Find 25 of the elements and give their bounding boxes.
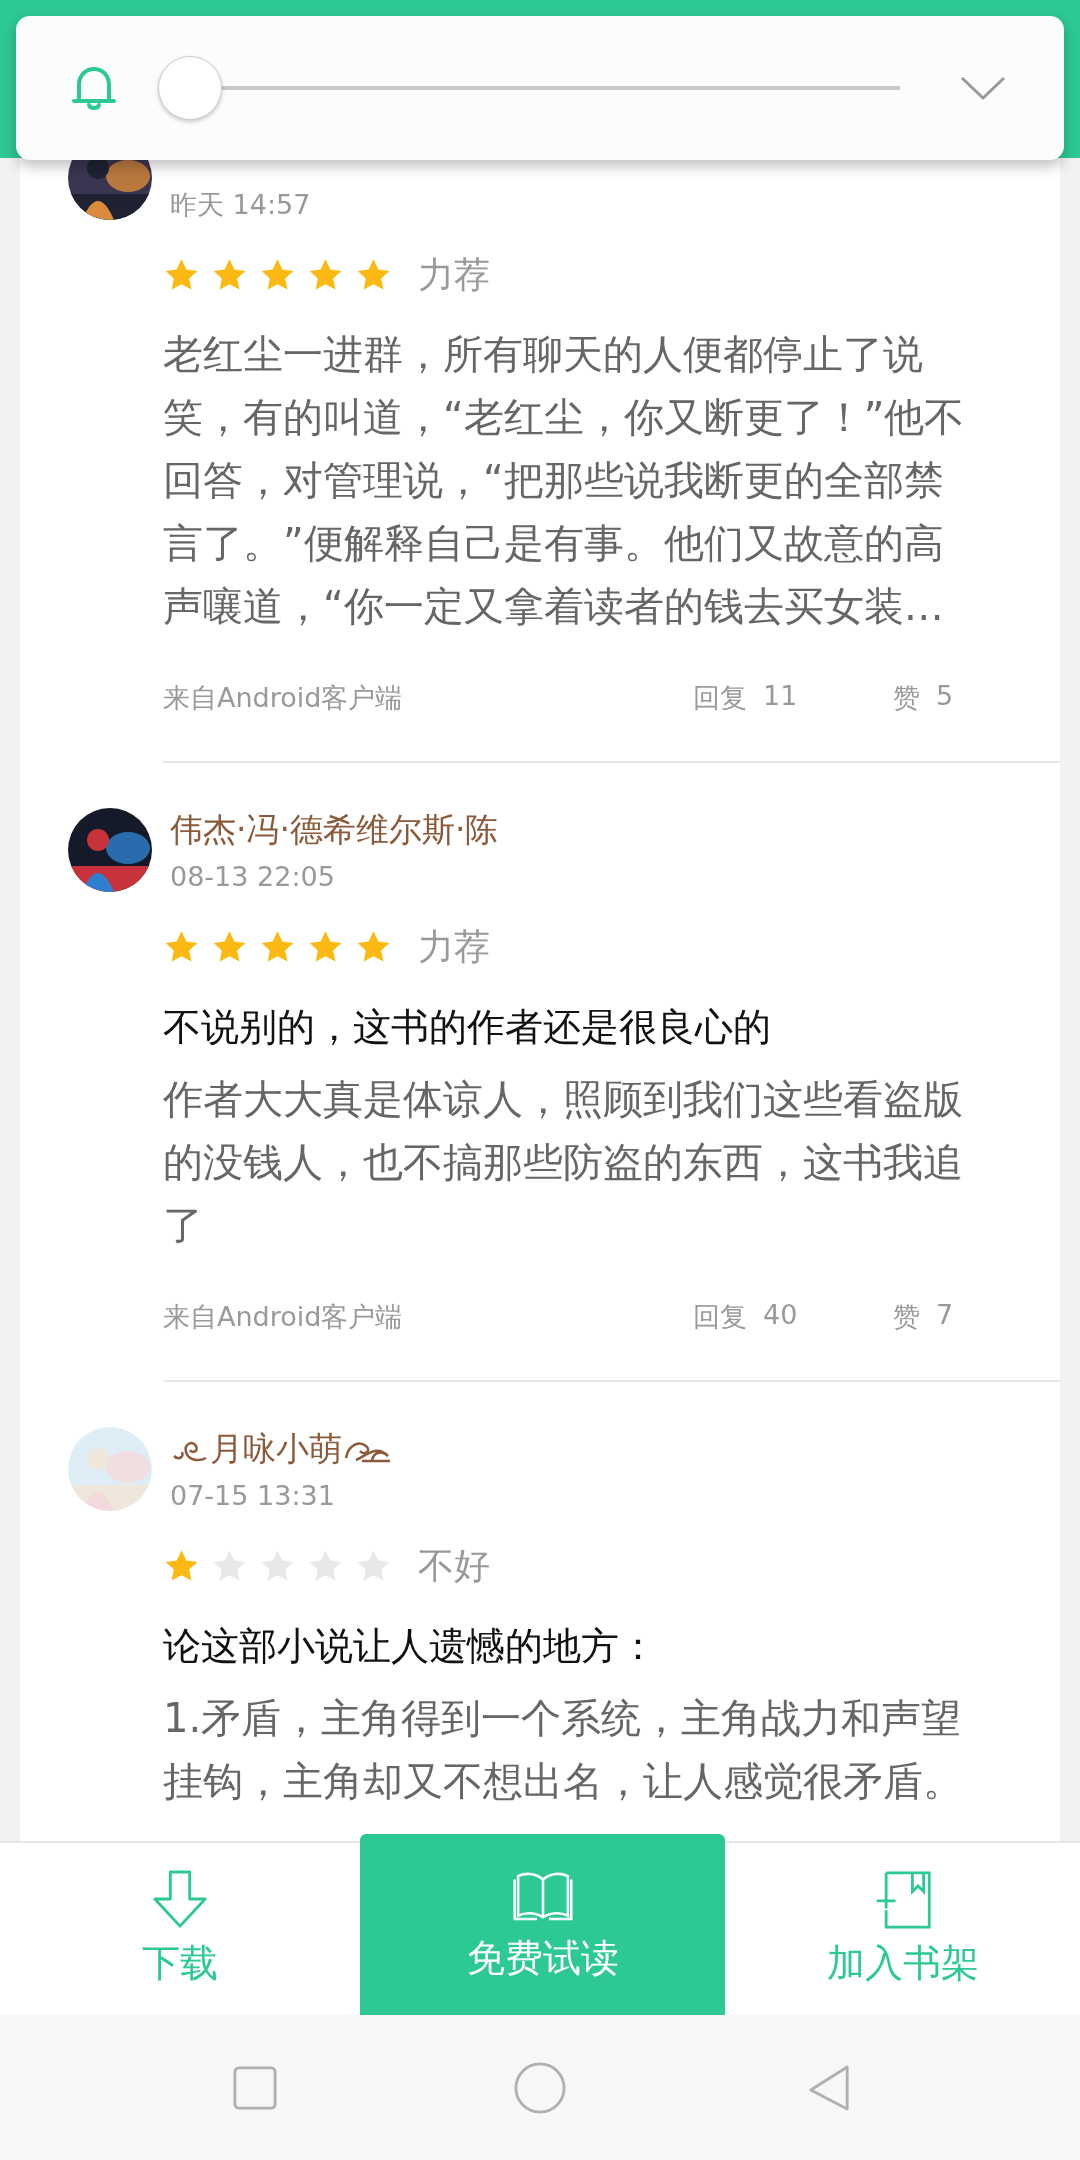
- user-name[interactable]: 伟杰·冯·德希维尔斯·陈: [170, 808, 499, 852]
- post-time: 07-15 13:31: [170, 1479, 336, 1513]
- post-time: 08-13 22:05: [170, 860, 336, 894]
- review-title: 论这部小说让人遗憾的地方：: [162, 1623, 658, 1670]
- post-time: 昨天 14:57: [170, 188, 311, 222]
- client-source: 来自Android客户端: [163, 1300, 404, 1334]
- rating-label: 不好: [418, 1543, 490, 1588]
- review-title: 不说别的，这书的作者还是很良心的: [162, 1004, 772, 1051]
- client-source: 来自Android客户端: [163, 681, 404, 715]
- free-read-button[interactable]: 免费试读: [360, 1834, 725, 2015]
- like-button[interactable]: 赞 5: [893, 680, 954, 716]
- volume-slider[interactable]: [158, 56, 900, 120]
- like-button[interactable]: 赞 7: [893, 1299, 954, 1335]
- review-text: 作者大大真是体谅人，照顾到我们这些看盗版的没钱人，也不搞那些防盗的东西，这书我追了: [163, 1075, 964, 1250]
- review-text: 1.矛盾，主角得到一个系统，主角战力和声望挂钩，主角却又不想出名，让人感觉很矛盾。: [163, 1694, 964, 1806]
- chevron-down-icon[interactable]: [960, 75, 1006, 101]
- slider-thumb[interactable]: [158, 56, 222, 120]
- review-text: 老红尘一进群，所有聊天的人便都停止了说笑，有的叫道，“老红尘，你又断更了！”他不回答，对管理说，“把那些说我断更的全部禁言了。”便解释自己是有事。他们又故意的高声嚷道，“你一定又拿着读者的钱去买女装…: [163, 330, 966, 631]
- reply-button[interactable]: 回复 11: [693, 680, 893, 716]
- user-name[interactable]: 月咏小萌: [210, 1427, 342, 1471]
- rating-label: 力荐: [418, 252, 490, 297]
- recents-icon[interactable]: [233, 2065, 277, 2110]
- rating-label: 力荐: [418, 924, 490, 969]
- home-icon[interactable]: [513, 2060, 567, 2115]
- reply-button[interactable]: 回复 40: [693, 1299, 893, 1335]
